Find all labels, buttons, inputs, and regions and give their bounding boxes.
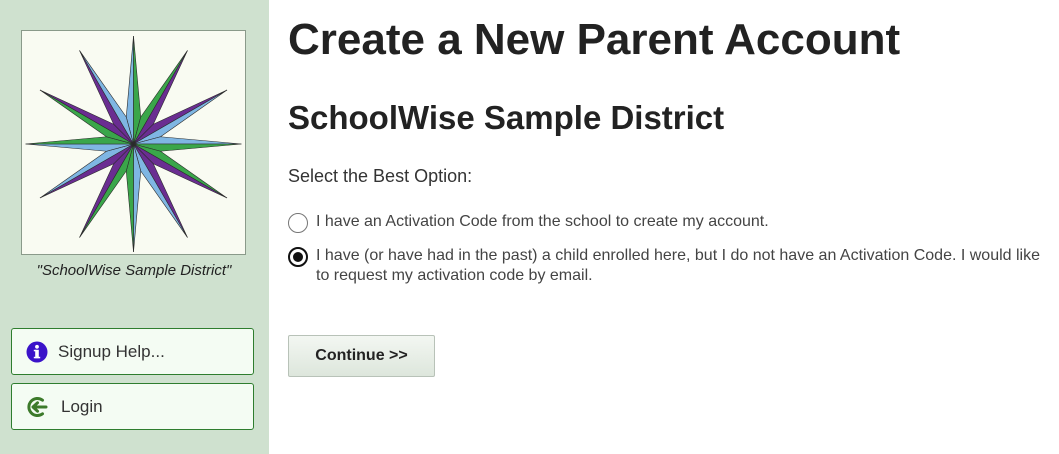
sidebar: "SchoolWise Sample District" Signup Help… xyxy=(0,0,269,454)
district-logo xyxy=(21,30,246,255)
continue-button[interactable]: Continue >> xyxy=(288,335,435,377)
activation-code-label[interactable]: I have an Activation Code from the schoo… xyxy=(316,212,1046,232)
login-button[interactable]: Login xyxy=(11,383,254,430)
login-icon xyxy=(25,395,49,419)
login-label: Login xyxy=(61,396,103,416)
request-code-radio[interactable] xyxy=(288,247,308,267)
district-title: SchoolWise Sample District xyxy=(288,99,725,136)
option-has-activation-code[interactable]: I have an Activation Code from the schoo… xyxy=(288,212,1048,233)
signup-help-label: Signup Help... xyxy=(58,341,165,361)
activation-code-radio[interactable] xyxy=(288,213,308,233)
app-window: "SchoolWise Sample District" Signup Help… xyxy=(0,0,1059,454)
request-code-label[interactable]: I have (or have had in the past) a child… xyxy=(316,246,1046,286)
info-icon xyxy=(25,340,49,364)
option-request-code-by-email[interactable]: I have (or have had in the past) a child… xyxy=(288,246,1048,286)
option-prompt: Select the Best Option: xyxy=(288,166,473,186)
star-quilt-logo-icon xyxy=(25,35,242,253)
signup-help-button[interactable]: Signup Help... xyxy=(11,328,254,375)
page-title: Create a New Parent Account xyxy=(288,15,901,64)
logo-caption: "SchoolWise Sample District" xyxy=(36,262,232,279)
